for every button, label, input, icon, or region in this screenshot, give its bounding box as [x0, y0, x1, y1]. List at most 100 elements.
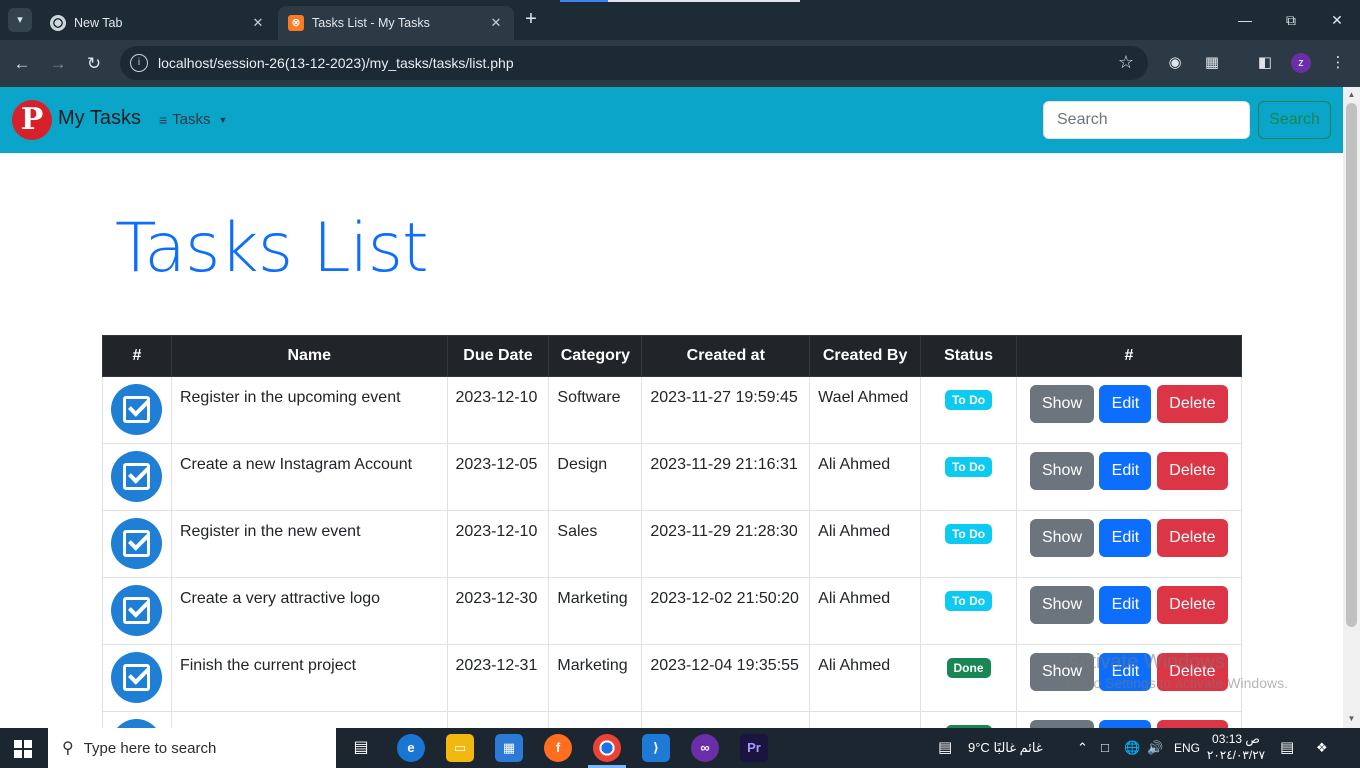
site-navbar: P My Tasks ≡ Tasks ▼ Search [0, 87, 1343, 153]
tab-new-tab[interactable]: New Tab ✕ [40, 6, 276, 40]
search-icon: ⚲ [62, 740, 74, 757]
task-created-at: 2023-11-27 19:59:45 [641, 376, 811, 444]
task-name: Register in the new event [170, 510, 448, 578]
extension-icon[interactable]: ◉ [1164, 52, 1186, 74]
file-explorer-icon[interactable]: ▭ [446, 734, 474, 762]
task-name: Create a very attractive logo [170, 577, 448, 645]
scroll-down-icon[interactable]: ▼ [1343, 714, 1360, 723]
edit-button[interactable]: Edit [1099, 586, 1152, 624]
url-text[interactable]: localhost/session-26(13-12-2023)/my_task… [158, 55, 514, 71]
microsoft-store-icon[interactable]: ▦ [495, 734, 523, 762]
copilot-icon[interactable]: ❖ [1316, 728, 1328, 768]
weather-icon[interactable]: ▤ [938, 728, 952, 768]
task-checkbox-icon [111, 451, 162, 502]
delete-button[interactable]: Delete [1156, 385, 1228, 423]
task-checkbox-icon [111, 384, 162, 435]
profile-avatar[interactable]: z [1291, 53, 1311, 73]
restore-button[interactable]: ⧉ [1268, 0, 1314, 40]
row-icon-cell [102, 376, 172, 444]
taskbar-search-box[interactable]: ⚲ Type here to search [48, 728, 336, 768]
show-button[interactable]: Show [1029, 519, 1094, 557]
edit-button[interactable]: Edit [1099, 385, 1152, 423]
show-button[interactable]: Show [1029, 586, 1094, 624]
volume-icon[interactable]: 🔊 [1147, 728, 1163, 768]
vscode-icon[interactable]: ⟩ [642, 734, 670, 762]
task-category: Marketing [548, 577, 643, 645]
task-category: Software [548, 376, 643, 444]
delete-button[interactable]: Delete [1156, 653, 1228, 691]
minimize-button[interactable]: — [1222, 0, 1268, 40]
delete-button[interactable] [1156, 720, 1228, 728]
reload-button[interactable]: ↻ [81, 51, 107, 77]
col-header: Status [920, 335, 1017, 377]
scrollbar-thumb[interactable] [1346, 103, 1357, 627]
delete-button[interactable]: Delete [1156, 586, 1228, 624]
site-info-icon[interactable]: i [130, 54, 148, 72]
windows-start-icon[interactable] [14, 740, 32, 758]
windows-taskbar: ⚲ Type here to search ▤ e ▭ ▦ f ⟩ ∞ Pr ▤… [0, 728, 1360, 768]
search-button[interactable]: Search [1258, 101, 1331, 139]
extensions-puzzle-icon[interactable]: ▦ [1201, 52, 1223, 74]
premiere-pro-icon[interactable]: Pr [740, 734, 768, 762]
close-icon[interactable]: ✕ [250, 15, 266, 31]
show-button[interactable] [1029, 720, 1094, 728]
table-row: Register in the new event 2023-12-10 Sales… [102, 510, 1243, 578]
network-icon[interactable]: 🌐 [1124, 728, 1140, 768]
show-button[interactable]: Show [1029, 653, 1094, 691]
task-name: Finish the current project [170, 644, 448, 712]
tab-tasks-list[interactable]: ⊗ Tasks List - My Tasks ✕ [278, 6, 514, 40]
list-check-icon: ≡ [159, 111, 168, 128]
tasks-dropdown[interactable]: ≡ Tasks ▼ [159, 111, 227, 128]
tab-search-button[interactable]: ▾ [8, 8, 32, 32]
notifications-icon[interactable]: ▤ [1280, 728, 1294, 768]
weather-text[interactable]: 9°C غائم غالبًا [968, 728, 1043, 768]
window-close-button[interactable]: ✕ [1314, 0, 1360, 40]
delete-button[interactable]: Delete [1156, 452, 1228, 490]
scroll-up-icon[interactable]: ▲ [1343, 90, 1360, 99]
edit-button[interactable] [1099, 720, 1152, 728]
back-button[interactable]: ← [9, 51, 35, 77]
row-icon-cell [102, 577, 172, 645]
clock-time: 03:13 ص [1212, 732, 1260, 746]
show-button[interactable]: Show [1029, 385, 1094, 423]
task-view-icon[interactable]: ▤ [347, 734, 375, 762]
chrome-icon[interactable] [593, 734, 621, 762]
forward-button[interactable]: → [45, 51, 71, 77]
col-header: # [1015, 335, 1243, 377]
delete-button[interactable]: Delete [1156, 519, 1228, 557]
task-name: Register in the upcoming event [170, 376, 448, 444]
task-category: Marketing [548, 644, 643, 712]
task-status-cell: Done [920, 644, 1017, 712]
show-hidden-icons-icon[interactable]: ⌃ [1077, 728, 1088, 768]
search-input[interactable] [1043, 101, 1250, 139]
firefox-icon[interactable]: f [544, 734, 572, 762]
page-scrollbar[interactable]: ▲ ▼ [1343, 87, 1360, 728]
edit-button[interactable]: Edit [1099, 452, 1152, 490]
col-header: Created By [809, 335, 922, 377]
task-category: Sales [548, 510, 643, 578]
side-panel-icon[interactable]: ◧ [1254, 52, 1276, 74]
edit-button[interactable]: Edit [1099, 519, 1152, 557]
pinterest-logo-icon[interactable]: P [12, 100, 52, 140]
close-icon[interactable]: ✕ [488, 15, 504, 31]
more-menu-icon[interactable]: ⋮ [1327, 52, 1349, 74]
task-created-at: 2023-12-04 19:35:55 [641, 644, 811, 712]
table-row: Create a very attractive logo 2023-12-30 M… [102, 577, 1243, 645]
table-row [102, 711, 1243, 728]
edit-button[interactable]: Edit [1099, 653, 1152, 691]
language-indicator[interactable]: ENG [1174, 728, 1200, 768]
bookmark-star-icon[interactable]: ☆ [1118, 52, 1134, 73]
show-button[interactable]: Show [1029, 452, 1094, 490]
col-header: Created at [641, 335, 811, 377]
vpn-mask-icon[interactable]: ∞ [691, 734, 719, 762]
edge-icon[interactable]: e [397, 734, 425, 762]
task-created-at: 2023-12-02 21:50:20 [641, 577, 811, 645]
table-row: Finish the current project 2023-12-31 Mark… [102, 644, 1243, 712]
taskbar-clock[interactable]: 03:13 ص ٢٠٢٤/٠٣/٢٧ [1205, 731, 1267, 763]
address-bar[interactable]: i localhost/session-26(13-12-2023)/my_ta… [120, 46, 1148, 80]
task-created-at: 2023-11-29 21:28:30 [641, 510, 811, 578]
brand-name[interactable]: My Tasks [58, 107, 141, 130]
meet-now-icon[interactable]: □ [1101, 728, 1109, 768]
new-tab-button[interactable]: + [520, 9, 542, 31]
page-viewport: P My Tasks ≡ Tasks ▼ Search Tasks List #… [0, 87, 1343, 728]
